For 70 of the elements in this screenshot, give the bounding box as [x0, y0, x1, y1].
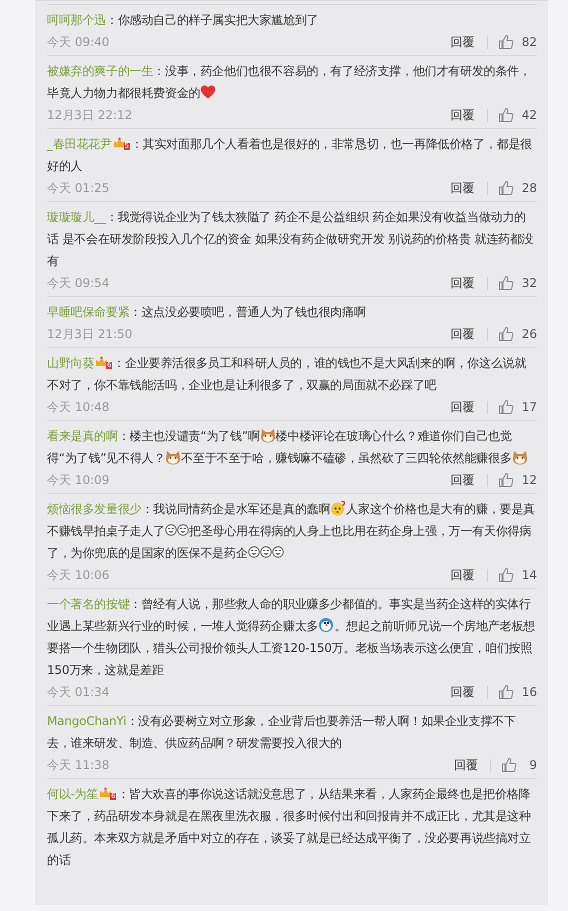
thumbs-up-icon[interactable]: [498, 180, 514, 196]
username-link[interactable]: _春田花花尹: [47, 137, 112, 151]
username-link[interactable]: 一个著名的按键: [47, 597, 130, 611]
username-link[interactable]: 烦恼很多发量很少: [47, 502, 142, 516]
thumbs-up-icon[interactable]: [498, 326, 514, 342]
like-count: 16: [522, 685, 537, 699]
like-count: 17: [522, 400, 537, 414]
comment-time: 今天 09:54: [47, 274, 110, 292]
comment-time: 12月3日 21:50: [47, 326, 132, 342]
thumbs-up-icon[interactable]: [498, 684, 514, 700]
like-count: 82: [522, 35, 537, 49]
username-link[interactable]: 璇璇璇儿__: [47, 210, 106, 224]
comment-text: 呵呵那个迅：你感动自己的样子属实把大家尴尬到了: [47, 12, 320, 29]
thumbs-up-icon[interactable]: [498, 567, 514, 583]
reply-button[interactable]: 回覆: [450, 106, 475, 124]
comment-time: 今天 01:25: [47, 180, 110, 196]
reply-button[interactable]: 回覆: [450, 684, 475, 700]
puzzled-face-icon: [330, 500, 346, 516]
comment-text: 烦恼很多发量很少：我说同情药企是水军还是真的蠢啊 人家这个价格也是大有的赚，要是真不赚钱早拍桌子走人了 把圣母心用在得病的人身上也比用在药企身上强，万一有天你得病了，为你兜底的是国家的医保不是药企: [47, 499, 536, 562]
reply-button[interactable]: 回覆: [450, 34, 475, 50]
laughing-face-icon: [248, 546, 260, 558]
laughing-face-icon: [272, 546, 284, 558]
comment-time: 今天 11:38: [47, 756, 110, 774]
like-count: 28: [522, 181, 537, 195]
reply-button[interactable]: 回覆: [450, 472, 475, 488]
comment-text: MangoChanYi：没有必要树立对立形象，企业背后也要养活一帮人啊！如果企业支撑不下去，谁来研发、制造、供应药品啊？研发需要投入很大的: [47, 713, 517, 752]
thumbs-up-icon[interactable]: [498, 107, 514, 123]
like-count: 26: [522, 327, 537, 341]
like-count: 32: [522, 276, 537, 290]
comment-time: 12月3日 22:12: [47, 106, 132, 124]
like-count: 42: [522, 108, 537, 122]
username-link[interactable]: 呵呵那个迅: [47, 13, 106, 27]
cat-face-icon: [512, 449, 528, 465]
username-link[interactable]: MangoChanYi: [47, 714, 126, 728]
comment-time: 今天 10:48: [47, 398, 110, 416]
like-count: 12: [522, 473, 537, 487]
round-face-icon: [318, 617, 334, 633]
reply-button[interactable]: 回覆: [450, 274, 475, 292]
comment-time: 今天 01:34: [47, 684, 110, 700]
thumbs-up-icon[interactable]: [498, 34, 514, 50]
reply-button[interactable]: 回覆: [450, 326, 475, 342]
thumbs-up-icon[interactable]: [498, 399, 514, 415]
username-link[interactable]: 早睡吧保命要紧: [47, 305, 130, 319]
reply-button[interactable]: 回覆: [450, 566, 475, 584]
comment-time: 今天 09:40: [47, 34, 110, 50]
comment-time: 今天 10:09: [47, 472, 110, 488]
thumbs-up-icon[interactable]: [498, 275, 514, 291]
reply-button[interactable]: 回覆: [450, 398, 475, 416]
laughing-face-icon: [165, 524, 178, 536]
username-link[interactable]: 山野向葵: [47, 356, 94, 370]
comment-time: 今天 10:06: [47, 566, 110, 584]
heart-icon: [200, 84, 216, 100]
cat-face-icon: [165, 449, 182, 465]
comment-text: 看来是真的啊：楼主也没谴责“为了钱”啊 楼中楼评论在玻璃心什么？难道你们自己也觉得“为了钱”见不得人？ 不至于不至于哈，赚钱嘛不磕碜，虽然砍了三四轮依然能赚很多: [47, 425, 537, 469]
thumbs-up-icon[interactable]: [498, 472, 514, 488]
reply-button[interactable]: 回覆: [454, 756, 478, 774]
username-link[interactable]: 看来是真的啊: [47, 429, 118, 443]
comment-text: 早睡吧保命要紧：这点没必要喷吧，普通人为了钱也很肉痛啊: [47, 304, 367, 321]
thumbs-up-icon[interactable]: [501, 757, 517, 773]
comment-text: 璇璇璇儿__：我觉得说企业为了钱太狭隘了 药企不是公益组织 药企如果没有收益当做动力的话 是不会在研发阶段投入几个亿的资金 如果没有药企做研究开发 别说药的价格贵 就连药都没有: [47, 209, 534, 270]
comment-text: 被嫌弃的爽子的一生：没事，药企他们也很不容易的，有了经济支撑，他们才有研发的条件，毕竟人力物力都很耗费资金的: [47, 63, 532, 102]
username-link[interactable]: 何以-为笙: [47, 787, 98, 801]
reply-button[interactable]: 回覆: [450, 180, 475, 196]
like-count: 9: [528, 758, 537, 772]
comment-text: 一个著名的按键：曾经有人说，那些救人命的职业赚多少都值的。事实是当药企这样的实体行业遇上某些新兴行业的时候，一堆人觉得药企赚太多 。想起之前听师兄说一个房地产老板想要搭一个生物团队，猎头公司报价领头人工资120-150万。老板当场表示这么便宜，咱们按照150万来，这就是差距: [47, 596, 536, 679]
cat-face-icon: [260, 427, 276, 443]
like-count: 14: [522, 568, 537, 582]
laughing-face-icon: [260, 546, 272, 558]
laughing-face-icon: [177, 524, 190, 536]
username-link[interactable]: 被嫌弃的爽子的一生: [47, 64, 154, 78]
